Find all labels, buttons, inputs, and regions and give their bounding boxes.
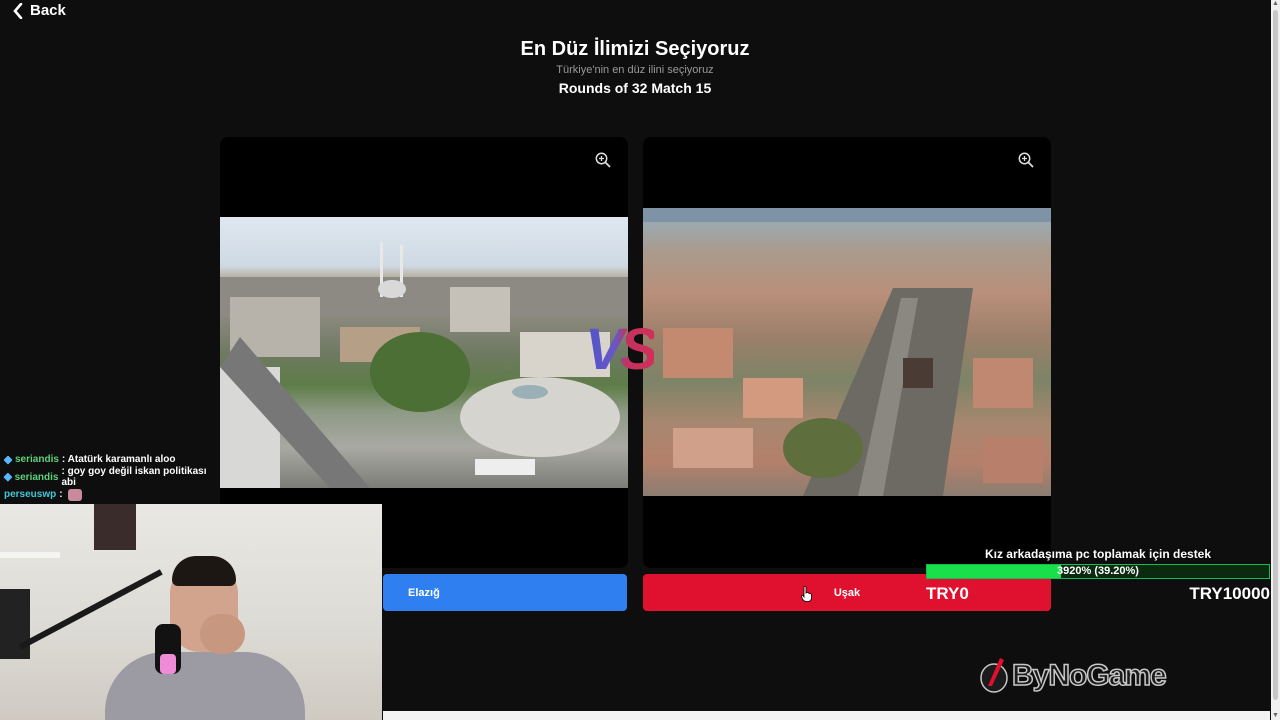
option-card-right[interactable] — [643, 137, 1051, 568]
vertical-scrollbar[interactable]: ▲ ▼ — [1271, 0, 1280, 720]
choice-label: Uşak — [833, 586, 861, 599]
zoom-in-icon[interactable] — [594, 151, 612, 169]
bynogame-logo-icon — [980, 658, 1008, 693]
scroll-down-icon[interactable]: ▼ — [1272, 712, 1279, 719]
donation-goal-title: Kız arkadaşıma pc toplamak için destek — [984, 547, 1212, 561]
chat-text: : — [59, 489, 63, 501]
option-image-usak[interactable] — [643, 208, 1051, 496]
page-title: En Düz İlimizi Seçiyoruz — [520, 38, 750, 60]
page-bottom-edge — [383, 711, 1270, 720]
back-button[interactable]: Back — [12, 2, 66, 19]
chat-text: : Atatürk karamanlı aloo — [61, 454, 176, 466]
back-label: Back — [30, 2, 66, 19]
brand-name: ByNoGame — [1011, 658, 1167, 693]
round-indicator: Rounds of 32 Match 15 — [558, 80, 712, 96]
option-image-elazig[interactable] — [220, 217, 628, 488]
donation-goal-bar: 3920% (39.20%) — [926, 564, 1270, 579]
chat-username: perseuswp — [4, 489, 57, 501]
hand-pointer-icon — [801, 586, 812, 602]
zoom-in-icon[interactable] — [1017, 151, 1035, 169]
sponsor-logo: ByNoGame — [980, 656, 1167, 696]
page-header: En Düz İlimizi Seçiyoruz Türkiye'nin en … — [0, 37, 1270, 96]
subscriber-badge-icon — [3, 472, 13, 482]
page-subtitle: Türkiye'nin en düz ilini seçiyoruz — [556, 64, 714, 76]
versus-label: VS — [585, 317, 658, 382]
donation-goal-progress: 3920% (39.20%) — [1057, 565, 1139, 577]
chat-message: perseuswp : — [0, 486, 215, 504]
emote-icon — [67, 488, 82, 501]
choose-usak-button[interactable]: Uşak — [643, 574, 1051, 611]
chevron-left-icon — [13, 2, 23, 19]
stream-chat: seriandis : Atatürk karamanlı aloo seria… — [0, 451, 215, 504]
subscriber-badge-icon — [3, 455, 13, 465]
choice-label: Elazığ — [408, 586, 440, 599]
webcam-overlay — [0, 504, 382, 720]
chat-username: seriandis — [14, 471, 59, 483]
scrollbar-thumb[interactable] — [1273, 10, 1278, 700]
donation-goal-target: TRY10000 — [1189, 584, 1270, 603]
donation-goal-current: TRY0 — [926, 584, 969, 603]
chat-message: seriandis : goy goy değil iskan politika… — [0, 466, 215, 489]
scroll-up-icon[interactable]: ▲ — [1272, 0, 1279, 7]
chat-username: seriandis — [15, 454, 59, 466]
choose-elazig-button[interactable]: Elazığ — [383, 574, 627, 611]
chat-text: : goy goy değil iskan politikası abi — [61, 466, 207, 489]
